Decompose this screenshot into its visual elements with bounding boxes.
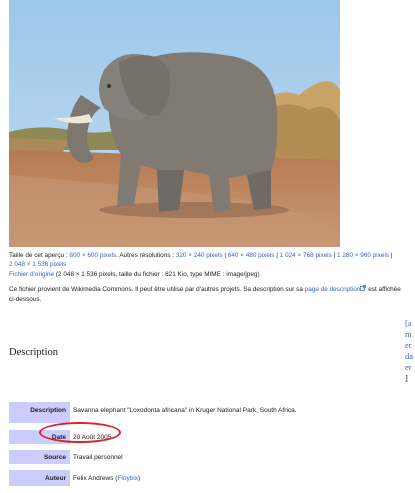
preview-size-info: Taille de cet aperçu : 800 × 600 pixels.…: [9, 251, 409, 260]
author-value: Felix Andrews (Floybix): [70, 470, 140, 493]
commons-notice-tail: est affichée: [366, 286, 401, 293]
commons-notice: Ce fichier provient de Wikimedia Commons…: [9, 285, 409, 294]
source-label: Source: [9, 450, 70, 464]
edit-link-fragment[interactable]: [a: [405, 318, 415, 329]
description-heading: Description: [9, 347, 58, 358]
date-highlight-circle: [39, 422, 121, 443]
resolution-link-320[interactable]: 320 × 240 pixels: [176, 252, 223, 259]
table-row-source: Source Travail personnel: [9, 450, 409, 470]
description-page-link[interactable]: page de description: [305, 286, 361, 293]
original-file-details: (2 048 × 1 536 pixels, taille du fichier…: [54, 271, 260, 278]
edit-links[interactable]: [a m er da er ]: [405, 318, 415, 384]
elephant-photo[interactable]: [9, 0, 340, 247]
other-res-label: . Autres résolutions :: [116, 252, 175, 259]
resolution-info-line2: 2 048 × 1 536 pixels: [9, 260, 409, 269]
author-user-link[interactable]: Floybix: [117, 475, 138, 482]
description-label: Description: [9, 402, 70, 423]
preview-size-link[interactable]: 800 × 600 pixels: [69, 252, 116, 259]
edit-link-bracket: ]: [405, 373, 408, 383]
edit-link-fragment[interactable]: m: [405, 329, 415, 340]
edit-link-fragment[interactable]: er: [405, 362, 415, 373]
author-label: Auteur: [9, 470, 70, 486]
commons-notice-text: Ce fichier provient de Wikimedia Commons…: [9, 286, 305, 293]
file-info-table: Description Savanna elephant "Loxodonta …: [9, 402, 409, 493]
author-name: Felix Andrews: [73, 475, 114, 482]
edit-link-fragment[interactable]: da: [405, 351, 415, 362]
resolution-link-640[interactable]: 640 × 480 pixels: [228, 252, 275, 259]
resolution-link-1280[interactable]: 1 280 × 960 pixels: [337, 252, 389, 259]
original-file-info: Fichier d’origine (2 048 × 1 536 pixels,…: [9, 270, 409, 279]
table-row-author: Auteur Felix Andrews (Floybix): [9, 470, 409, 493]
source-value: Travail personnel: [73, 454, 123, 461]
commons-notice-line2: ci-dessous.: [9, 296, 42, 303]
separator: |: [389, 252, 393, 259]
resolution-link-1024[interactable]: 1 024 × 768 pixels: [280, 252, 332, 259]
edit-link-fragment[interactable]: er: [405, 340, 415, 351]
paren: ): [138, 475, 141, 482]
resolution-link-2048[interactable]: 2 048 × 1 536 pixels: [9, 261, 66, 268]
preview-label: Taille de cet aperçu :: [9, 252, 68, 259]
original-file-link[interactable]: Fichier d’origine: [9, 271, 54, 278]
